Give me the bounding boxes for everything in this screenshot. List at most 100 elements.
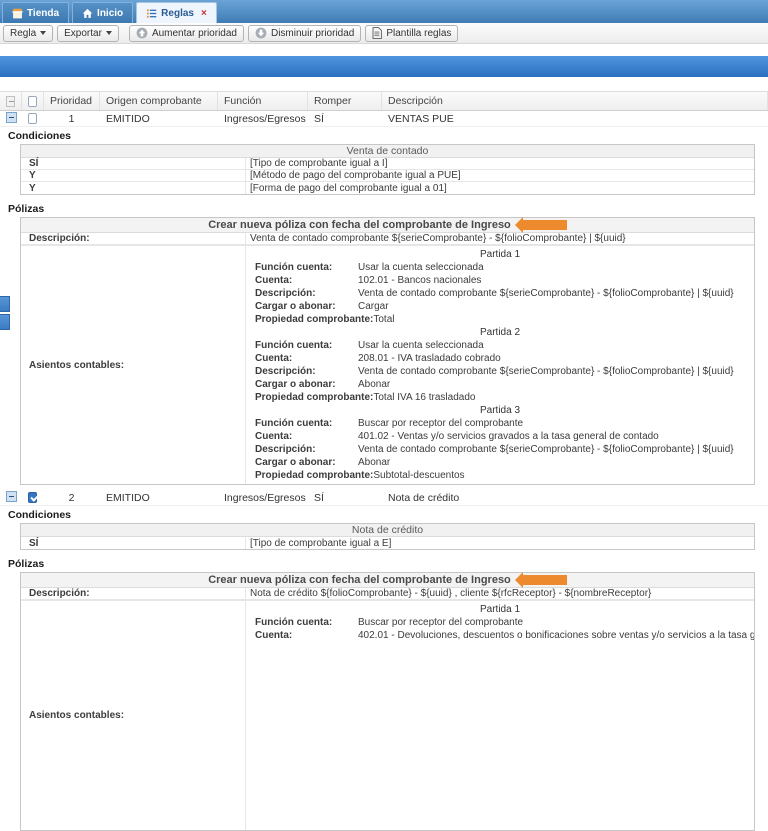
tab-inicio-label: Inicio — [97, 8, 123, 19]
tab-reglas[interactable]: Reglas × — [136, 2, 217, 23]
polizas-label: Pólizas — [0, 555, 768, 572]
funcion-cuenta-label: Función cuenta: — [246, 261, 358, 274]
condicion-row: Y [Método de pago del comprobante igual … — [21, 170, 754, 182]
asientos-label: Asientos contables: — [21, 601, 246, 830]
row-checkbox[interactable] — [28, 113, 37, 124]
column-header-funcion[interactable]: Función — [218, 92, 308, 110]
partida-field: Descripción:Venta de contado comprobante… — [246, 365, 754, 378]
edge-handle-icon[interactable] — [0, 296, 10, 312]
regla-menu-label: Regla — [10, 28, 36, 39]
asientos-content: Partida 1 Función cuenta:Buscar por rece… — [246, 601, 754, 830]
close-tab-icon[interactable]: × — [201, 8, 207, 19]
descripcion-label: Descripción: — [21, 588, 246, 599]
condicion-expr: [Tipo de comprobante igual a I] — [246, 158, 754, 169]
plantilla-reglas-button[interactable]: Plantilla reglas — [365, 25, 458, 42]
descripcion-label: Descripción: — [246, 365, 358, 378]
cargar-abonar-value: Cargar — [358, 300, 754, 313]
partida-field: Descripción:Venta de contado comprobante… — [246, 287, 754, 300]
asientos-content: Partida 1 Función cuenta:Usar la cuenta … — [246, 246, 754, 484]
cell-romper: SÍ — [308, 113, 382, 125]
disminuir-prioridad-button[interactable]: Disminuir prioridad — [248, 25, 361, 42]
poliza-descripcion-row: Descripción: Venta de contado comprobant… — [21, 233, 754, 245]
rule-row-2[interactable]: 2 EMITIDO Ingresos/Egresos SÍ Nota de cr… — [0, 490, 768, 506]
cell-prioridad: 1 — [44, 113, 100, 125]
descripcion-label: Descripción: — [246, 287, 358, 300]
select-all-checkbox[interactable] — [28, 96, 37, 107]
orange-arrow-annotation — [523, 220, 567, 230]
edge-handle-icon[interactable] — [0, 314, 10, 330]
asientos-row: Asientos contables: Partida 1 Función cu… — [21, 245, 754, 484]
poliza-descripcion-value: Nota de crédito ${folioComprobante} - ${… — [246, 588, 754, 599]
partida-field: Cargar o abonar:Abonar — [246, 378, 754, 391]
exportar-menu-button[interactable]: Exportar — [57, 25, 119, 42]
cell-origen: EMITIDO — [100, 113, 218, 125]
column-header-origen[interactable]: Origen comprobante — [100, 92, 218, 110]
condiciones-table: Venta de contado SÍ [Tipo de comprobante… — [20, 144, 755, 195]
rule-2-detail: Condiciones Nota de crédito SÍ [Tipo de … — [0, 506, 768, 831]
column-header-romper[interactable]: Romper — [308, 92, 382, 110]
partida-field: Cuenta:208.01 - IVA trasladado cobrado — [246, 352, 754, 365]
partida-title: Partida 3 — [246, 404, 754, 417]
column-header-descripcion[interactable]: Descripción — [382, 92, 768, 110]
blue-banner — [0, 56, 768, 77]
condicion-expr: [Tipo de comprobante igual a E] — [246, 537, 754, 549]
asientos-row: Asientos contables: Partida 1 Función cu… — [21, 600, 754, 830]
aumentar-prioridad-button[interactable]: Aumentar prioridad — [129, 25, 244, 42]
condicion-op: SÍ — [21, 158, 246, 169]
condicion-row: SÍ [Tipo de comprobante igual a I] — [21, 158, 754, 170]
collapse-all-icon[interactable] — [6, 96, 15, 107]
left-edge-panel-handle[interactable] — [0, 296, 10, 330]
funcion-cuenta-label: Función cuenta: — [246, 417, 358, 430]
home-icon — [82, 8, 93, 19]
descripcion-value: Venta de contado comprobante ${serieComp… — [358, 365, 754, 378]
rules-toolbar: Regla Exportar Aumentar prioridad Dismin… — [0, 23, 768, 44]
partida-field: Función cuenta:Buscar por receptor del c… — [246, 616, 754, 629]
collapse-row-icon[interactable] — [6, 491, 17, 502]
poliza-title-row: Crear nueva póliza con fecha del comprob… — [21, 218, 754, 233]
cargar-abonar-label: Cargar o abonar: — [246, 378, 358, 391]
cuenta-label: Cuenta: — [246, 274, 358, 287]
tab-tienda[interactable]: Tienda — [2, 2, 69, 23]
cuenta-label: Cuenta: — [246, 430, 358, 443]
descripcion-value: Venta de contado comprobante ${serieComp… — [358, 287, 754, 300]
cuenta-value: 402.01 - Devoluciones, descuentos o boni… — [358, 629, 754, 642]
propiedad-label: Propiedad comprobante: — [246, 469, 373, 482]
rule-row-1[interactable]: 1 EMITIDO Ingresos/Egresos SÍ VENTAS PUE — [0, 111, 768, 127]
arrow-up-circle-icon — [136, 27, 148, 39]
header-check-cell — [22, 92, 44, 110]
poliza-title: Crear nueva póliza con fecha del comprob… — [208, 219, 511, 231]
funcion-cuenta-label: Función cuenta: — [246, 616, 358, 629]
plantilla-reglas-label: Plantilla reglas — [386, 28, 451, 39]
row-checkbox[interactable] — [28, 492, 37, 503]
descripcion-label: Descripción: — [21, 233, 246, 244]
condiciones-table: Nota de crédito SÍ [Tipo de comprobante … — [20, 523, 755, 550]
chevron-down-icon — [40, 31, 46, 35]
disminuir-prioridad-label: Disminuir prioridad — [271, 28, 354, 39]
condiciones-label: Condiciones — [0, 506, 768, 523]
partida-field: Función cuenta:Buscar por receptor del c… — [246, 417, 754, 430]
cargar-abonar-value: Abonar — [358, 378, 754, 391]
condicion-op: Y — [21, 170, 246, 181]
cargar-abonar-label: Cargar o abonar: — [246, 300, 358, 313]
condiciones-title: Venta de contado — [21, 145, 754, 158]
collapse-row-icon[interactable] — [6, 112, 17, 123]
regla-menu-button[interactable]: Regla — [3, 25, 53, 42]
cuenta-label: Cuenta: — [246, 629, 358, 642]
condiciones-label: Condiciones — [0, 127, 768, 144]
row-check-cell — [22, 492, 44, 503]
store-icon — [12, 8, 23, 19]
condicion-expr: [Método de pago del comprobante igual a … — [246, 170, 754, 181]
condicion-op: Y — [21, 182, 246, 194]
partida-field: Cargar o abonar:Cargar — [246, 300, 754, 313]
cargar-abonar-value: Abonar — [358, 456, 754, 469]
cell-descripcion: Nota de crédito — [382, 492, 768, 504]
funcion-cuenta-value: Usar la cuenta seleccionada — [358, 339, 754, 352]
row-gutter — [0, 491, 22, 505]
header-gutter — [0, 92, 22, 110]
orange-arrow-annotation — [523, 575, 567, 585]
partida-field: Propiedad comprobante:Subtotal-descuento… — [246, 469, 754, 482]
rules-grid-header: Prioridad Origen comprobante Función Rom… — [0, 91, 768, 111]
partida-field: Propiedad comprobante:Total — [246, 313, 754, 326]
tab-inicio[interactable]: Inicio — [72, 2, 133, 23]
column-header-prioridad[interactable]: Prioridad — [44, 92, 100, 110]
